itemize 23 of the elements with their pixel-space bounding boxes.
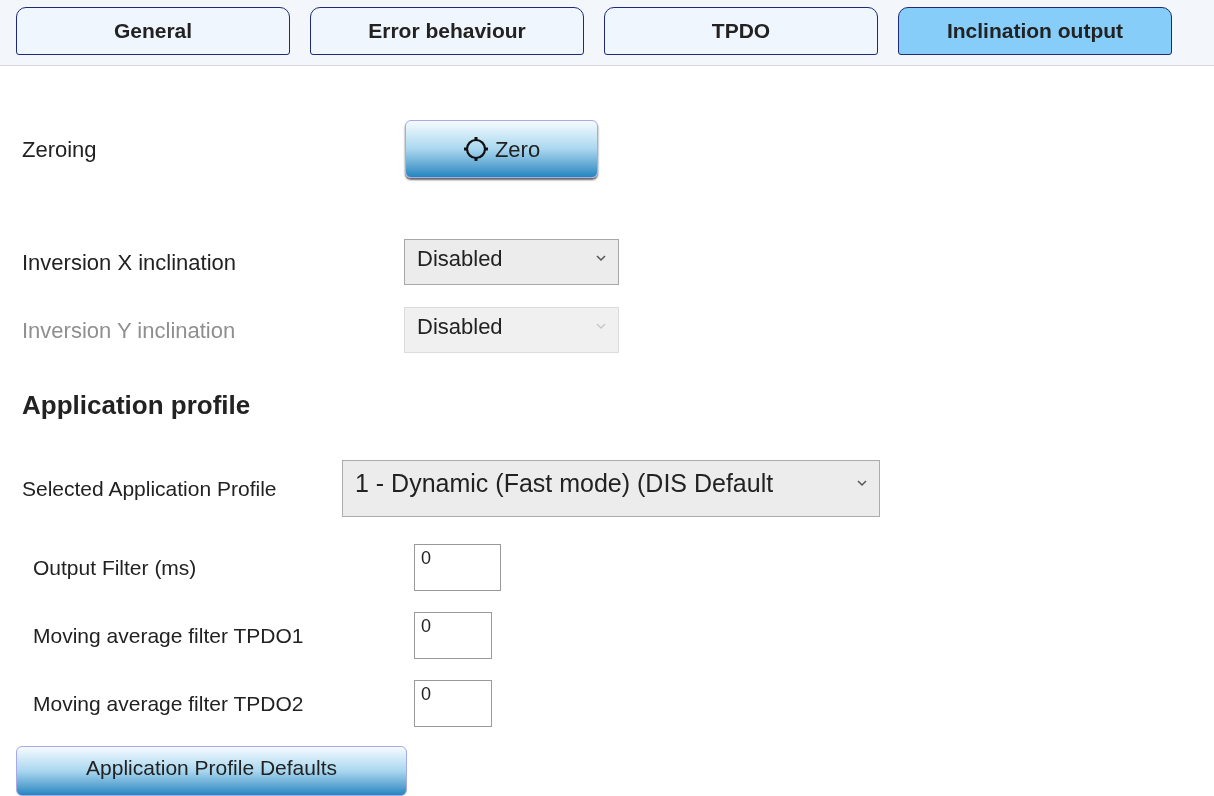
profile-label: Selected Application Profile bbox=[22, 475, 278, 502]
filter-label: Output Filter (ms) bbox=[33, 554, 198, 581]
zeroing-label: Zeroing bbox=[22, 135, 98, 164]
inversion-label: Inversion Y inclination bbox=[22, 316, 237, 345]
crosshair-icon bbox=[462, 135, 489, 163]
filter-label: Moving average filter TPDO1 bbox=[33, 622, 305, 649]
profile-dropdown[interactable]: 1 - Dynamic (Fast mode) (DIS Default bbox=[342, 460, 880, 517]
chevron-down-icon bbox=[596, 322, 606, 330]
section-heading: Application profile bbox=[21, 389, 252, 422]
filter-label: Moving average filter TPDO2 bbox=[33, 690, 305, 717]
filter-input[interactable]: 0 bbox=[414, 612, 492, 659]
tab[interactable]: General bbox=[16, 7, 290, 55]
tab[interactable]: Error behaviour bbox=[310, 7, 584, 55]
defaults-button[interactable]: Application Profile Defaults bbox=[16, 746, 407, 796]
tab[interactable]: TPDO bbox=[604, 7, 878, 55]
tab[interactable]: Inclination output bbox=[898, 7, 1172, 55]
chevron-down-icon bbox=[857, 480, 867, 487]
zero-button[interactable]: Zero bbox=[405, 120, 598, 178]
filter-input[interactable]: 0 bbox=[414, 544, 501, 591]
chevron-down-icon bbox=[596, 254, 606, 262]
inversion-dropdown[interactable]: Disabled bbox=[404, 239, 619, 285]
filter-input[interactable]: 0 bbox=[414, 680, 492, 727]
inversion-label: Inversion X inclination bbox=[22, 248, 237, 277]
